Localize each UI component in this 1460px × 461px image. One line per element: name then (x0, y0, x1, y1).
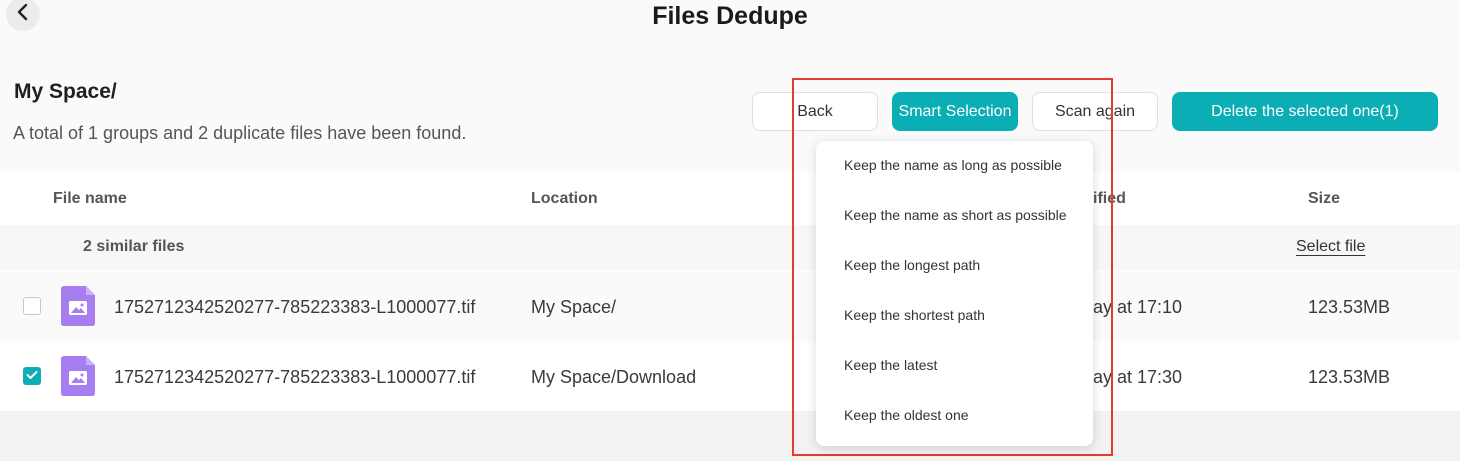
file-location: My Space/ (531, 297, 617, 317)
page-title: Files Dedupe (652, 2, 808, 30)
menu-item-keep-shortest-path[interactable]: Keep the shortest path (844, 307, 985, 323)
file-modified: ay at 17:30 (1093, 367, 1183, 387)
file-size: 123.53MB (1308, 297, 1391, 317)
table-row[interactable]: 1752712342520277-785223383-L1000077.tif … (0, 341, 1460, 411)
column-header-location: Location (531, 190, 598, 207)
file-location: My Space/Download (531, 367, 697, 387)
select-file-link[interactable]: Select file (1296, 238, 1365, 256)
menu-item-keep-shortest-name[interactable]: Keep the name as short as possible (844, 207, 1067, 223)
scan-summary: A total of 1 groups and 2 duplicate file… (13, 123, 467, 143)
menu-item-keep-latest[interactable]: Keep the latest (844, 357, 937, 373)
file-size: 123.53MB (1308, 367, 1391, 387)
menu-item-keep-longest-path[interactable]: Keep the longest path (844, 257, 980, 273)
file-modified: ay at 17:10 (1093, 297, 1183, 317)
group-row (0, 225, 1460, 270)
group-label: 2 similar files (83, 238, 185, 255)
image-file-icon (61, 286, 95, 326)
row-checkbox[interactable] (23, 367, 41, 385)
menu-item-keep-longest-name[interactable]: Keep the name as long as possible (844, 157, 1062, 173)
empty-area (0, 411, 1460, 461)
image-file-icon (61, 356, 95, 396)
table-row[interactable]: 1752712342520277-785223383-L1000077.tif … (0, 271, 1460, 341)
smart-selection-button[interactable]: Smart Selection (892, 92, 1018, 131)
smart-selection-menu: Keep the name as long as possible Keep t… (816, 141, 1093, 446)
scan-again-button[interactable]: Scan again (1032, 92, 1158, 131)
column-header-size: Size (1308, 190, 1341, 207)
delete-selected-button[interactable]: Delete the selected one(1) (1172, 92, 1438, 131)
file-name: 1752712342520277-785223383-L1000077.tif (114, 367, 476, 387)
menu-item-keep-oldest[interactable]: Keep the oldest one (844, 407, 969, 423)
breadcrumb: My Space/ (14, 80, 117, 103)
checkmark-icon (26, 367, 38, 385)
back-button[interactable]: Back (752, 92, 878, 131)
column-header-modified: ified (1093, 190, 1126, 207)
row-checkbox[interactable] (23, 297, 41, 315)
column-header-file-name: File name (53, 190, 127, 207)
file-name: 1752712342520277-785223383-L1000077.tif (114, 297, 476, 317)
